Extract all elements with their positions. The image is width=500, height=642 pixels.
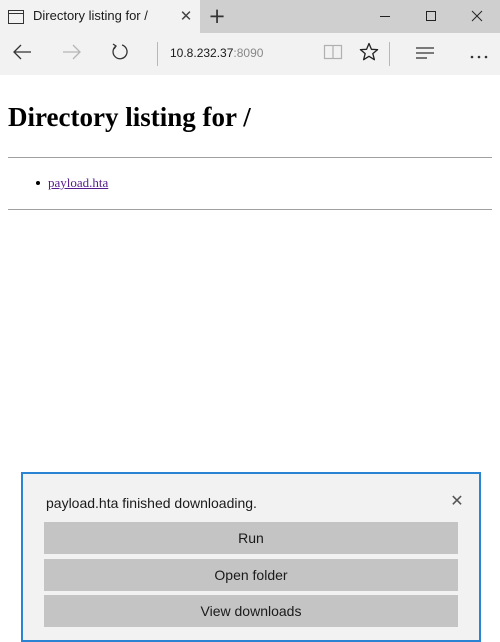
reading-view-icon [323, 44, 343, 64]
more-button[interactable] [465, 42, 493, 66]
nav-separator [157, 42, 158, 66]
forward-arrow-icon [62, 44, 82, 64]
file-link-payload[interactable]: payload.hta [48, 175, 108, 191]
more-icon [469, 45, 489, 64]
divider [8, 157, 492, 158]
favorite-star-icon [359, 42, 379, 66]
page-icon [8, 9, 24, 24]
view-downloads-button[interactable]: View downloads [44, 595, 458, 627]
close-icon [471, 7, 483, 26]
download-message: payload.hta finished downloading. [46, 495, 257, 511]
close-window-button[interactable] [454, 0, 500, 33]
nav-separator [389, 42, 390, 66]
hub-icon [415, 45, 435, 64]
open-folder-button[interactable]: Open folder [44, 559, 458, 591]
download-close-button[interactable]: ✕ [447, 490, 467, 512]
tab-close-button[interactable]: ✕ [178, 6, 194, 26]
minimize-button[interactable] [362, 0, 408, 33]
maximize-icon [425, 7, 437, 26]
title-bar: Directory listing for / ✕ + [0, 0, 500, 33]
navigation-bar: 10.8.232.37:8090 [0, 33, 500, 75]
download-notification: payload.hta finished downloading. ✕ Run … [21, 472, 481, 642]
back-arrow-icon [12, 44, 32, 64]
address-bar[interactable]: 10.8.232.37:8090 [170, 46, 263, 60]
maximize-button[interactable] [408, 0, 454, 33]
run-button[interactable]: Run [44, 522, 458, 554]
favorite-button[interactable] [355, 42, 383, 66]
page-title: Directory listing for / [8, 102, 251, 132]
refresh-button[interactable] [106, 42, 134, 66]
reading-view-button[interactable] [319, 42, 347, 66]
new-tab-button[interactable]: + [205, 4, 229, 28]
url-host: 10.8.232.37 [170, 46, 234, 60]
list-bullet [36, 181, 40, 185]
url-port: :8090 [233, 46, 264, 60]
tab-directory-listing[interactable]: Directory listing for / ✕ [0, 0, 200, 33]
back-button[interactable] [8, 42, 36, 66]
forward-button[interactable] [58, 42, 86, 66]
tab-title: Directory listing for / [33, 8, 148, 23]
minimize-icon [379, 7, 391, 26]
divider [8, 209, 492, 210]
refresh-icon [110, 42, 130, 66]
hub-button[interactable] [411, 42, 439, 66]
